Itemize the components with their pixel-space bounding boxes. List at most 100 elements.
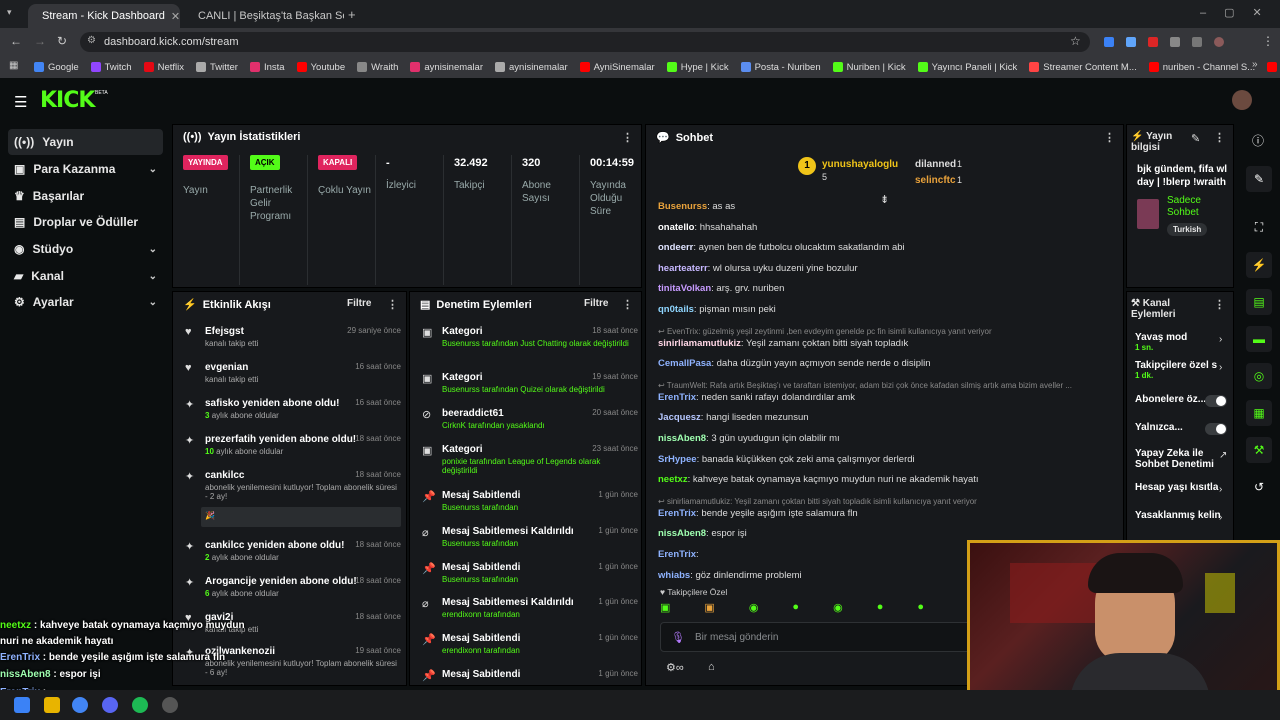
chat-username[interactable]: hearteaterr <box>658 263 708 274</box>
sidebar-item-yayin[interactable]: ((•)) Yayın <box>8 129 163 155</box>
extension-icon[interactable] <box>1148 37 1158 47</box>
chat-message[interactable]: ondeerr: aynen ben de futbolcu olucaktım… <box>658 242 1118 253</box>
forward-icon[interactable]: → <box>34 34 46 48</box>
more-bookmarks-icon[interactable]: » <box>1252 59 1258 70</box>
emote-icon[interactable]: ▣ <box>704 601 714 617</box>
emote-icon[interactable]: ● <box>792 601 799 617</box>
wrench-icon[interactable]: ⚒ <box>1246 437 1272 463</box>
activity-item[interactable]: ✦ prezerfatih yeniden abone oldu! 10 aylık… <box>181 434 401 456</box>
info-icon[interactable]: ⓘ <box>1252 132 1264 149</box>
fullscreen-icon[interactable]: ⛶ <box>1246 214 1272 240</box>
channel-action-item[interactable]: Yasaklanmış kelin <box>1135 510 1227 521</box>
chat-username[interactable]: ErenTrix <box>658 549 696 560</box>
chat-username[interactable]: tinitaVolkan <box>658 283 711 294</box>
sidebar-item-droplar[interactable]: ▤ Droplar ve Ödüller <box>8 209 163 235</box>
chevron-right-icon[interactable]: › <box>1219 484 1222 495</box>
bookmark-item[interactable]: Insta <box>249 62 285 73</box>
sidebar-item-studyo[interactable]: ◉ Stüdyo ⌄ <box>8 236 163 262</box>
apps-grid-icon[interactable]: ▦ <box>9 60 18 71</box>
chat-username[interactable]: Jacquesz <box>658 412 701 423</box>
chat-username[interactable]: nissAben8 <box>658 433 706 444</box>
chat-username[interactable]: whiabs <box>658 570 690 581</box>
microphone-icon[interactable]: 🎙 <box>671 631 685 644</box>
bookmark-item[interactable]: Twitch <box>90 62 132 73</box>
lightning-icon[interactable]: ⚡ <box>1246 252 1272 278</box>
bookmark-item[interactable]: Aynı Sinemalar - Ça... <box>1267 62 1280 73</box>
chat-message[interactable]: ErenTrix: bende yeşile aşığım işte salam… <box>658 508 1118 519</box>
chat-message[interactable]: qn0tails: pişman mısın peki <box>658 304 1118 315</box>
chat-message[interactable]: CemallPasa: daha düzgün yayın açmıyon se… <box>658 358 1118 369</box>
hamburger-menu-icon[interactable]: ☰ <box>14 93 27 111</box>
bookmark-item[interactable]: aynisinemalar <box>410 62 483 73</box>
top-gifter-name[interactable]: yunushayaloglu <box>822 159 898 170</box>
moderation-item[interactable]: 📌 Mesaj Sabitlendi 1 gün önce <box>418 669 638 682</box>
chevron-right-icon[interactable]: › <box>1219 512 1222 523</box>
moderation-item[interactable]: 📌 Mesaj Sabitlendi Busenurss tarafından 1 g… <box>418 490 638 512</box>
clipboard-icon[interactable]: ▤ <box>1246 289 1272 315</box>
chat-username[interactable]: ErenTrix <box>658 392 696 403</box>
more-options-icon[interactable]: ⋮ <box>622 131 633 144</box>
channel-action-item[interactable]: Hesap yaşı kısıtla <box>1135 482 1227 493</box>
activity-item[interactable]: ✦ cankilcc yeniden abone oldu! 2 aylık abo… <box>181 540 401 562</box>
bookmark-item[interactable]: aynisinemalar <box>495 62 568 73</box>
chat-message[interactable]: hearteaterr: wl olursa uyku duzeni yine … <box>658 263 1118 274</box>
chevron-right-icon[interactable]: › <box>1219 334 1222 345</box>
bookmark-item[interactable]: Wraith <box>357 62 398 73</box>
chat-message[interactable]: nissAben8: espor işi <box>658 528 1118 539</box>
moderation-item[interactable]: ⌀ Mesaj Sabitlemesi Kaldırıldı erendixonn … <box>418 597 638 619</box>
more-options-icon[interactable]: ⋮ <box>1214 298 1225 311</box>
chat-username[interactable]: onatello <box>658 222 694 233</box>
chat-message[interactable]: SrHypee: banada küçükken çok zeki ama ça… <box>658 454 1118 465</box>
channel-action-item[interactable]: Yavaş mod 1 sn. <box>1135 332 1227 352</box>
top-gifter-name[interactable]: selincftc <box>915 175 956 186</box>
bookmark-star-icon[interactable]: ☆ <box>1070 34 1081 48</box>
activity-item[interactable]: ♥ Efejsgst kanalı takip etti 29 saniye önce <box>181 326 401 348</box>
emote-icon[interactable]: ◉ <box>749 601 759 617</box>
spotify-icon[interactable] <box>132 697 148 713</box>
store-icon[interactable]: ⌂ <box>708 661 715 673</box>
layout-icon[interactable]: ▦ <box>1246 400 1272 426</box>
chrome-icon[interactable] <box>72 697 88 713</box>
channel-action-item[interactable]: Yapay Zeka ile Sohbet Denetimi <box>1135 448 1227 470</box>
url-field[interactable]: dashboard.kick.com/stream <box>80 32 1090 52</box>
chat-message[interactable]: neetxz: kahveye batak oynamaya kaçmıyo m… <box>658 474 1118 485</box>
chat-username[interactable]: neetxz <box>658 474 688 485</box>
tab-search-icon[interactable]: ▾ <box>7 7 12 18</box>
bookmark-item[interactable]: Yayıncı Paneli | Kick <box>917 62 1017 73</box>
emote-icon[interactable]: ● <box>877 601 884 617</box>
chat-message[interactable]: Busenurss: as as <box>658 201 1118 212</box>
more-options-icon[interactable]: ⋮ <box>1104 131 1115 144</box>
bookmark-item[interactable]: Posta - Nuriben <box>740 62 821 73</box>
emote-icon[interactable]: ◉ <box>833 601 843 617</box>
avatar[interactable] <box>1232 90 1252 110</box>
chat-username[interactable]: SrHypee <box>658 454 697 465</box>
toggle-switch[interactable] <box>1205 423 1227 435</box>
sidebar-item-para-kazanma[interactable]: ▣ Para Kazanma ⌄ <box>8 156 163 182</box>
extension-icon[interactable] <box>1126 37 1136 47</box>
moderation-item[interactable]: ⊘ beeraddict61 CirknK tarafından yasakland… <box>418 408 638 430</box>
bookmark-item[interactable]: AyniSinemalar <box>579 62 655 73</box>
window-controls-icon[interactable]: –▢✕ <box>1200 6 1280 19</box>
browser-menu-icon[interactable]: ⋮ <box>1262 34 1274 48</box>
external-link-icon[interactable]: ↗ <box>1219 450 1227 461</box>
chat-message[interactable]: sinirliamamutlukiz: Yeşil zamanı çoktan … <box>658 338 1118 349</box>
sidebar-item-kanal[interactable]: ▰ Kanal ⌄ <box>8 263 163 289</box>
bookmark-item[interactable]: Google <box>34 62 79 73</box>
activity-item[interactable]: ♥ evgenian kanalı takip etti 16 saat önce <box>181 362 401 384</box>
bookmark-item[interactable]: Nuriben | Kick <box>832 62 906 73</box>
sidebar-item-ayarlar[interactable]: ⚙ Ayarlar ⌄ <box>8 289 163 315</box>
bookmark-item[interactable]: Hype | Kick <box>666 62 729 73</box>
chat-message[interactable]: Jacquesz: hangi liseden mezunsun <box>658 412 1118 423</box>
chat-bubble-icon[interactable]: ▬ <box>1246 326 1272 352</box>
chat-settings-icon[interactable]: ⚙∞ <box>666 661 684 674</box>
chat-username[interactable]: sinirliamamutlukiz <box>658 338 741 349</box>
emote-icon[interactable]: ▣ <box>660 601 670 617</box>
obs-icon[interactable] <box>162 697 178 713</box>
close-tab-icon[interactable]: ✕ <box>171 10 180 23</box>
edit-icon[interactable]: ✎ <box>1246 166 1272 192</box>
moderation-item[interactable]: ⌀ Mesaj Sabitlemesi Kaldırıldı Busenurss t… <box>418 526 638 548</box>
category-link[interactable]: Sadece Sohbet <box>1167 195 1227 219</box>
filter-button[interactable]: Filtre <box>347 298 371 309</box>
chat-username[interactable]: ErenTrix <box>658 508 696 519</box>
emote-icon[interactable]: ● <box>917 601 924 617</box>
